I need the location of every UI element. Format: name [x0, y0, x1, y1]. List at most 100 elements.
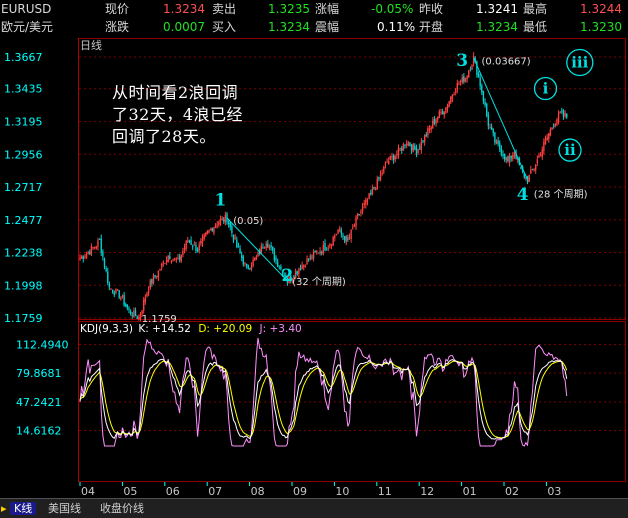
- candle-body: [94, 246, 96, 248]
- candle-body: [180, 254, 182, 262]
- candle-body: [108, 284, 111, 288]
- tab-kline[interactable]: K线: [10, 502, 37, 515]
- candle-body: [329, 244, 331, 247]
- candle-body: [454, 90, 457, 93]
- candle-body: [503, 154, 506, 160]
- price-tick-label: 1.1759: [4, 312, 43, 325]
- candle-body: [464, 77, 467, 82]
- candle-body: [175, 259, 178, 261]
- candle-body: [489, 127, 491, 128]
- candle-body: [419, 147, 421, 149]
- candle-body: [420, 141, 423, 151]
- kdj-d-name: D: [198, 323, 206, 335]
- candle-body: [151, 279, 153, 284]
- candle-body: [239, 248, 241, 254]
- candle-body: [115, 288, 117, 294]
- candle-body: [557, 112, 560, 122]
- x-tick-label: 06: [166, 485, 180, 498]
- candle-body: [311, 257, 313, 259]
- candle-body: [536, 159, 539, 164]
- x-tick-label: 07: [208, 485, 222, 498]
- candle-body: [262, 247, 264, 249]
- candle-body: [211, 228, 213, 232]
- candle-body: [371, 188, 374, 195]
- tab-bar-arrow-icon[interactable]: ▸: [1, 502, 7, 515]
- candle-body: [505, 157, 507, 161]
- candle-body: [216, 224, 218, 226]
- candle-body: [412, 144, 414, 152]
- candle-body: [146, 292, 148, 297]
- candle-body: [116, 289, 119, 291]
- candle-body: [267, 243, 269, 248]
- candle-body: [185, 240, 187, 249]
- candle-body: [123, 294, 125, 306]
- candle-body: [492, 128, 494, 134]
- candle-body: [409, 142, 411, 147]
- price-tick-label: 1.3667: [4, 51, 43, 64]
- x-tick-label: 11: [378, 485, 392, 498]
- candle-body: [143, 299, 145, 311]
- candle-body: [461, 77, 463, 83]
- tab-us-line[interactable]: 美国线: [48, 502, 81, 515]
- candle-body: [268, 246, 271, 249]
- candle-body: [559, 111, 561, 114]
- wave-label: i: [543, 80, 549, 98]
- candle-body: [276, 261, 279, 268]
- candle-body: [437, 117, 439, 120]
- candle-body: [394, 156, 396, 160]
- candle-body: [487, 114, 490, 126]
- candle-body: [340, 230, 343, 234]
- candle-body: [227, 221, 230, 224]
- candle-body: [561, 110, 563, 112]
- chart-area[interactable]: 日线 1.36671.34351.31951.29561.27171.24771…: [0, 0, 628, 498]
- candle-body: [152, 275, 155, 284]
- candle-body: [87, 251, 89, 254]
- candle-body: [149, 280, 151, 289]
- candle-body: [486, 103, 488, 116]
- candle-body: [345, 236, 347, 243]
- candle-body: [342, 235, 344, 237]
- candle-body: [110, 289, 112, 290]
- price-tick-label: 1.3435: [4, 83, 43, 96]
- candle-body: [510, 155, 512, 159]
- candle-body: [539, 155, 542, 157]
- candle-body: [479, 77, 481, 87]
- tab-close-line[interactable]: 收盘价线: [100, 502, 144, 515]
- candle-body: [118, 290, 120, 298]
- kdj-d-value: +20.09: [213, 323, 252, 335]
- candle-body: [255, 256, 258, 260]
- candle-body: [531, 169, 534, 171]
- candle-body: [234, 237, 236, 239]
- candle-body: [353, 225, 356, 227]
- note-line-3: 回调了28天。: [112, 127, 216, 146]
- candle-body: [392, 155, 395, 161]
- candle-body: [386, 161, 388, 163]
- kdj-tick-label: 79.8681: [16, 367, 62, 380]
- wave-label: iii: [571, 54, 588, 72]
- candle-body: [360, 211, 362, 214]
- price-tick-label: 1.1998: [4, 279, 43, 292]
- x-tick-label: 08: [251, 485, 265, 498]
- candle-body: [562, 110, 565, 116]
- candle-body: [451, 94, 454, 99]
- candle-body: [89, 251, 91, 255]
- candle-body: [113, 292, 115, 295]
- candle-body: [144, 298, 147, 302]
- candle-body: [347, 237, 349, 240]
- candle-body: [241, 254, 243, 258]
- candle-body: [500, 149, 503, 155]
- bottom-tab-bar: ▸ K线 美国线 收盘价线: [0, 498, 628, 518]
- candle-body: [383, 166, 385, 172]
- period-label: 日线: [80, 38, 102, 52]
- price-tick-label: 1.2238: [4, 246, 43, 259]
- chart-background: [0, 36, 628, 498]
- wave-label: 4: [517, 185, 529, 205]
- candle-body: [425, 134, 427, 137]
- candle-body: [441, 111, 444, 115]
- candle-body: [107, 271, 109, 283]
- candle-body: [301, 265, 303, 269]
- candle-body: [254, 257, 256, 261]
- candle-body: [314, 251, 316, 253]
- candle-body: [352, 227, 354, 229]
- candle-body: [422, 140, 424, 143]
